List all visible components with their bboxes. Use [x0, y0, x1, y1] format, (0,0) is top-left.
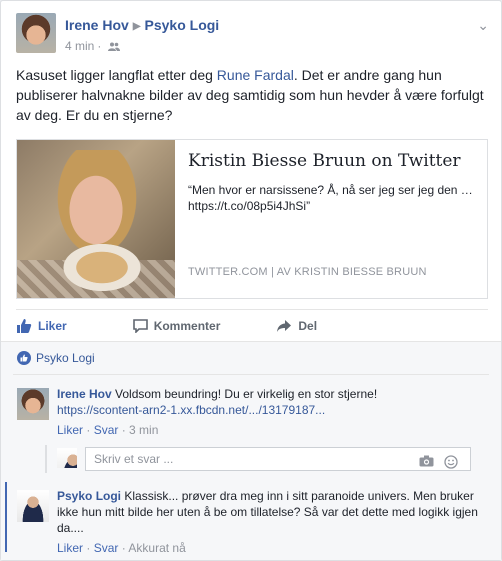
action-bar: Liker Kommenter Del	[16, 309, 488, 341]
arrow-right-icon: ▶	[132, 21, 141, 32]
like-label: Liker	[38, 318, 67, 333]
share-icon	[277, 319, 292, 332]
reply-box: Skriv et svar ...	[45, 445, 475, 473]
comment-label: Kommenter	[153, 318, 221, 333]
comment-author[interactable]: Irene Hov	[57, 387, 112, 401]
avatar[interactable]	[17, 490, 49, 522]
comments-section: Psyko Logi Irene Hov Voldsom beundring! …	[1, 341, 501, 560]
preview-image[interactable]	[17, 140, 175, 298]
chevron-down-icon[interactable]: ⌄	[477, 17, 489, 34]
comment-time[interactable]: 3 min	[129, 423, 158, 437]
comment-meta: Liker · Svar · 3 min	[57, 423, 159, 437]
target-page-name[interactable]: Psyko Logi	[145, 17, 220, 33]
divider	[13, 374, 489, 375]
post-meta: 4 min ·	[65, 39, 120, 53]
camera-icon[interactable]	[419, 455, 434, 467]
comment-text: Klassisk... prøver dra meg inn i sitt pa…	[57, 489, 478, 535]
like-icon	[17, 318, 32, 333]
share-label: Del	[298, 318, 318, 333]
friends-icon	[107, 42, 120, 51]
reply-placeholder: Skriv et svar ...	[94, 452, 174, 466]
comment-like-link[interactable]: Liker	[57, 541, 83, 555]
like-button[interactable]: Liker	[16, 318, 67, 334]
preview-description: “Men hvor er narsissene? Å, nå ser jeg s…	[188, 183, 473, 213]
reply-input[interactable]: Skriv et svar ...	[85, 447, 471, 471]
comment-icon	[132, 318, 148, 333]
link-preview[interactable]: Kristin Biesse Bruun on Twitter “Men hvo…	[16, 139, 488, 299]
tagged-person[interactable]: Rune Fardal	[217, 67, 294, 83]
preview-source: TWITTER.COM | AV KRISTIN BIESSE BRUUN	[188, 266, 427, 278]
comment-button[interactable]: Kommenter	[132, 318, 221, 333]
comment-body: Irene Hov Voldsom beundring! Du er virke…	[57, 386, 477, 438]
likes-summary-name[interactable]: Psyko Logi	[36, 351, 95, 365]
comment-reply-link[interactable]: Svar	[94, 423, 119, 437]
comment-body: Psyko Logi Klassisk... prøver dra meg in…	[57, 488, 497, 556]
emoji-icon[interactable]	[444, 455, 458, 469]
preview-title[interactable]: Kristin Biesse Bruun on Twitter	[188, 150, 478, 172]
post-card: Irene Hov ▶ Psyko Logi 4 min · ⌄ Kasuset li…	[0, 0, 502, 561]
share-button[interactable]: Del	[276, 319, 317, 333]
comment-meta: Liker · Svar · Akkurat nå	[57, 541, 186, 555]
author-avatar[interactable]	[16, 13, 56, 53]
header-names: Irene Hov ▶ Psyko Logi	[65, 17, 219, 33]
post-text: Kasuset ligger langflat etter deg Rune F…	[16, 65, 488, 125]
post-header: Irene Hov ▶ Psyko Logi 4 min · ⌄	[16, 13, 489, 57]
author-name[interactable]: Irene Hov	[65, 17, 129, 33]
comment-link[interactable]: https://scontent-arn2-1.xx.fbcdn.net/...…	[57, 402, 477, 418]
comment-author[interactable]: Psyko Logi	[57, 489, 121, 503]
comment-time[interactable]: Akkurat nå	[128, 541, 185, 555]
comment-text: Voldsom beundring! Du er virkelig en sto…	[111, 387, 378, 401]
thread-marker	[5, 482, 7, 552]
post-text-part: Kasuset ligger langflat etter deg	[16, 67, 217, 83]
post-time[interactable]: 4 min	[65, 39, 94, 53]
comment-like-link[interactable]: Liker	[57, 423, 83, 437]
like-icon	[17, 351, 31, 365]
comment-reply-link[interactable]: Svar	[94, 541, 119, 555]
preview-body: Kristin Biesse Bruun on Twitter “Men hvo…	[188, 150, 478, 214]
reply-icons	[419, 455, 458, 469]
likes-summary[interactable]: Psyko Logi	[17, 351, 95, 365]
avatar[interactable]	[17, 388, 49, 420]
avatar	[57, 448, 77, 468]
